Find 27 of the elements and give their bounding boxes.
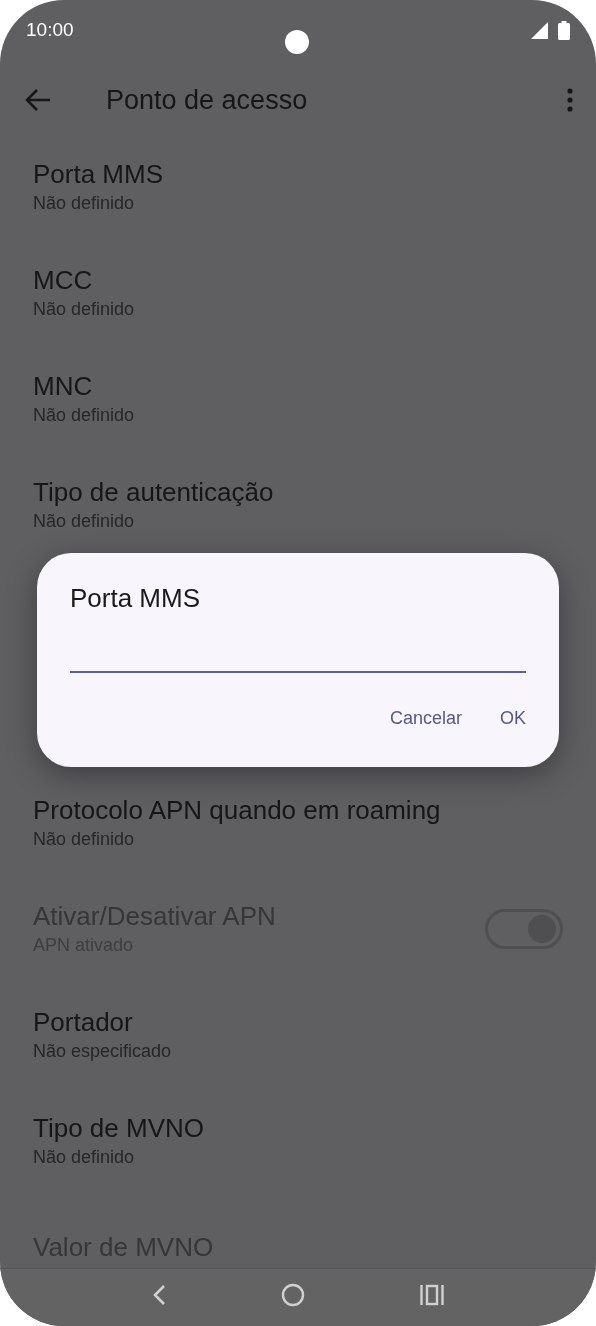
back-arrow-icon[interactable] [24,88,52,112]
more-options-icon[interactable] [566,88,574,112]
signal-icon [531,21,548,39]
setting-title: Portador [33,1007,134,1037]
status-time: 10:00 [26,17,74,42]
setting-title: Tipo de MVNO [33,1113,205,1143]
setting-title: MCC [33,265,94,295]
setting-title: MNC [33,371,94,401]
dialog-title: Porta MMS [70,582,202,615]
dialog-button[interactable]: Cancelar [375,699,476,738]
setting-title: Tipo de autenticação [33,477,275,507]
dialog-button[interactable]: OK [486,699,540,738]
setting-value: Não definido [33,510,136,533]
screen-title: Ponto de acesso [106,83,308,117]
home-icon[interactable] [281,1282,305,1307]
setting-value: Não definido [33,298,136,321]
camera-cutout [285,30,309,54]
setting-value: Não definido [33,828,136,851]
setting-value: Não definido [33,192,136,215]
setting-title: Porta MMS [33,159,165,189]
battery-icon [558,20,570,40]
back-icon[interactable] [152,1283,166,1306]
setting-value: Não definido [33,1146,136,1169]
setting-value: Não especificado [33,1040,173,1063]
setting-value: Não definido [33,404,136,427]
recents-icon[interactable] [420,1283,444,1306]
setting-title: Protocolo APN quando em roaming [33,795,442,825]
